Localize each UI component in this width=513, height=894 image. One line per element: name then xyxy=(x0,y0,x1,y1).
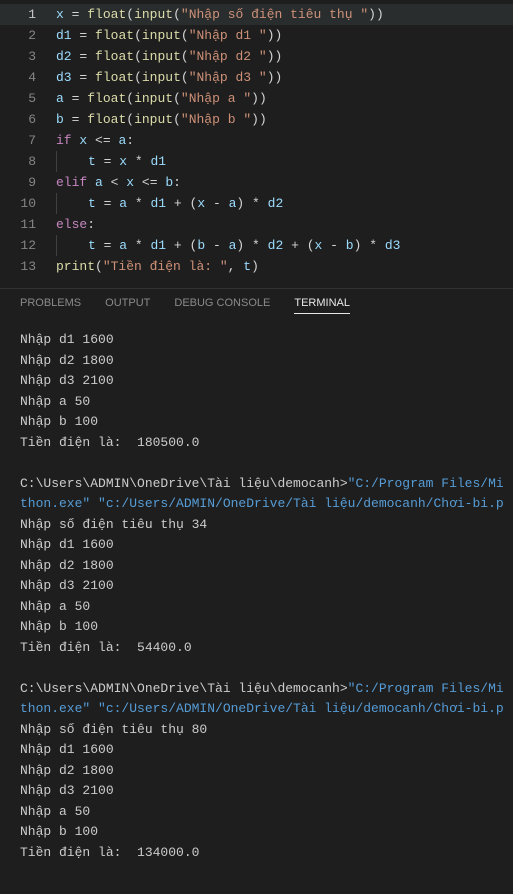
code-line[interactable]: 4d3 = float(input("Nhập d3 ")) xyxy=(0,67,513,88)
code-line[interactable]: 5a = float(input("Nhập a ")) xyxy=(0,88,513,109)
code-content[interactable]: a = float(input("Nhập a ")) xyxy=(56,88,267,109)
terminal-line: Nhập b 100 xyxy=(20,822,493,843)
code-content[interactable]: t = a * d1 + (x - a) * d2 xyxy=(56,193,283,214)
panel-tab-output[interactable]: OUTPUT xyxy=(105,297,150,314)
code-content[interactable]: t = x * d1 xyxy=(56,151,166,172)
line-number: 1 xyxy=(0,4,56,25)
code-content[interactable]: elif a < x <= b: xyxy=(56,172,181,193)
terminal-line: Nhập số điện tiêu thụ 34 xyxy=(20,515,493,536)
bottom-panel: PROBLEMS OUTPUT DEBUG CONSOLE TERMINAL Nhập… xyxy=(0,288,513,871)
code-line[interactable]: 11else: xyxy=(0,214,513,235)
code-line[interactable]: 7if x <= a: xyxy=(0,130,513,151)
terminal-line: Nhập d2 1800 xyxy=(20,761,493,782)
line-number: 11 xyxy=(0,214,56,235)
code-line[interactable]: 9elif a < x <= b: xyxy=(0,172,513,193)
panel-tab-terminal[interactable]: TERMINAL xyxy=(294,297,350,314)
terminal-line: Nhập b 100 xyxy=(20,617,493,638)
terminal-line: Nhập d2 1800 xyxy=(20,351,493,372)
line-number: 13 xyxy=(0,256,56,277)
terminal-line: Nhập a 50 xyxy=(20,392,493,413)
terminal-line xyxy=(20,658,493,679)
line-number: 7 xyxy=(0,130,56,151)
code-line[interactable]: 2d1 = float(input("Nhập d1 ")) xyxy=(0,25,513,46)
line-number: 4 xyxy=(0,67,56,88)
terminal-line: Nhập d3 2100 xyxy=(20,781,493,802)
terminal-line: Nhập d1 1600 xyxy=(20,330,493,351)
terminal-line: thon.exe" "c:/Users/ADMIN/OneDrive/Tài l… xyxy=(20,699,493,720)
terminal-line: Nhập d3 2100 xyxy=(20,371,493,392)
terminal-line: C:\Users\ADMIN\OneDrive\Tài liệu\democan… xyxy=(20,679,493,700)
code-line[interactable]: 1x = float(input("Nhập số điện tiêu thụ … xyxy=(0,4,513,25)
terminal-line: thon.exe" "c:/Users/ADMIN/OneDrive/Tài l… xyxy=(20,494,493,515)
code-content[interactable]: x = float(input("Nhập số điện tiêu thụ "… xyxy=(56,4,384,25)
panel-tab-debug-console[interactable]: DEBUG CONSOLE xyxy=(174,297,270,314)
line-number: 6 xyxy=(0,109,56,130)
terminal-line: Tiền điện là: 180500.0 xyxy=(20,433,493,454)
line-number: 10 xyxy=(0,193,56,214)
code-content[interactable]: print("Tiền điện là: ", t) xyxy=(56,256,259,277)
terminal-line xyxy=(20,453,493,474)
code-line[interactable]: 3d2 = float(input("Nhập d2 ")) xyxy=(0,46,513,67)
panel-tab-problems[interactable]: PROBLEMS xyxy=(20,297,81,314)
terminal-line: Nhập d1 1600 xyxy=(20,535,493,556)
code-line[interactable]: 8 t = x * d1 xyxy=(0,151,513,172)
line-number: 5 xyxy=(0,88,56,109)
code-content[interactable]: t = a * d1 + (b - a) * d2 + (x - b) * d3 xyxy=(56,235,400,256)
code-content[interactable]: d2 = float(input("Nhập d2 ")) xyxy=(56,46,282,67)
code-content[interactable]: b = float(input("Nhập b ")) xyxy=(56,109,267,130)
code-content[interactable]: d1 = float(input("Nhập d1 ")) xyxy=(56,25,282,46)
line-number: 8 xyxy=(0,151,56,172)
terminal-output[interactable]: Nhập d1 1600Nhập d2 1800Nhập d3 2100Nhập… xyxy=(0,322,513,871)
code-line[interactable]: 13print("Tiền điện là: ", t) xyxy=(0,256,513,277)
line-number: 12 xyxy=(0,235,56,256)
terminal-line: Nhập a 50 xyxy=(20,802,493,823)
code-editor[interactable]: 1x = float(input("Nhập số điện tiêu thụ … xyxy=(0,0,513,288)
line-number: 3 xyxy=(0,46,56,67)
code-line[interactable]: 10 t = a * d1 + (x - a) * d2 xyxy=(0,193,513,214)
terminal-line: Tiền điện là: 134000.0 xyxy=(20,843,493,864)
terminal-line: Nhập d2 1800 xyxy=(20,556,493,577)
terminal-line: Nhập d3 2100 xyxy=(20,576,493,597)
terminal-line: Tiền điện là: 54400.0 xyxy=(20,638,493,659)
line-number: 2 xyxy=(0,25,56,46)
panel-tabs: PROBLEMS OUTPUT DEBUG CONSOLE TERMINAL xyxy=(0,289,513,322)
terminal-line: C:\Users\ADMIN\OneDrive\Tài liệu\democan… xyxy=(20,474,493,495)
code-line[interactable]: 12 t = a * d1 + (b - a) * d2 + (x - b) *… xyxy=(0,235,513,256)
code-content[interactable]: else: xyxy=(56,214,95,235)
terminal-line: Nhập b 100 xyxy=(20,412,493,433)
code-line[interactable]: 6b = float(input("Nhập b ")) xyxy=(0,109,513,130)
code-content[interactable]: d3 = float(input("Nhập d3 ")) xyxy=(56,67,282,88)
code-content[interactable]: if x <= a: xyxy=(56,130,134,151)
terminal-line: Nhập a 50 xyxy=(20,597,493,618)
terminal-line: Nhập d1 1600 xyxy=(20,740,493,761)
terminal-line: Nhập số điện tiêu thụ 80 xyxy=(20,720,493,741)
line-number: 9 xyxy=(0,172,56,193)
